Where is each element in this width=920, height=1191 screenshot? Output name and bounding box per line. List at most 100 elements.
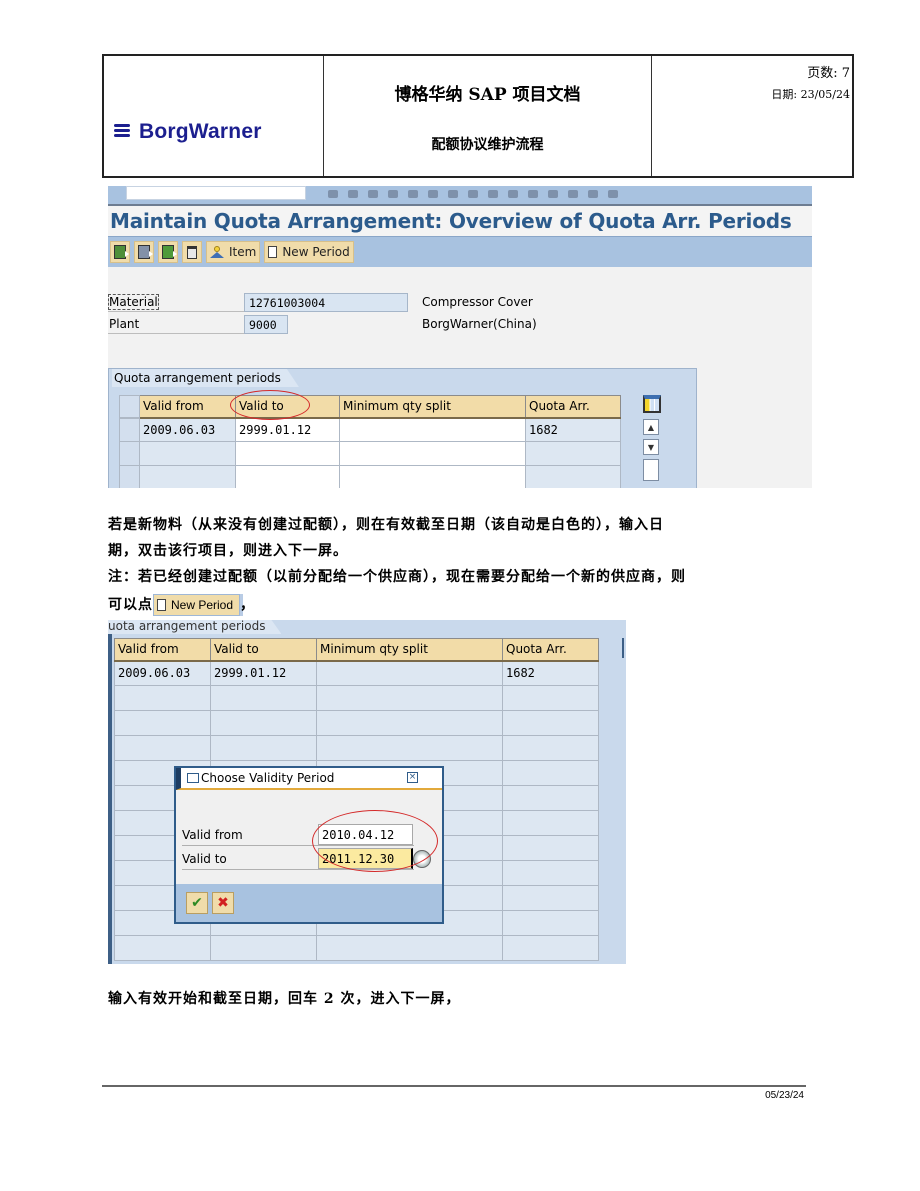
shortcut-icon[interactable] [568,190,578,198]
cell-min-qty-split[interactable] [316,685,503,711]
cell-valid-to[interactable] [235,441,340,466]
scroll-down-button[interactable]: ▼ [643,439,659,455]
note-paragraph-line-1: 注：若已经创建过配额（以前分配给一个供应商），现在需要分配给一个新的供应商，则 [108,569,686,585]
cell-valid-to[interactable] [210,935,317,961]
column-header-quota-arr[interactable]: Quota Arr. [525,395,621,419]
cell-quota-arr[interactable] [502,885,599,911]
cell-min-qty-split[interactable] [316,660,503,686]
delete-button[interactable] [182,241,202,263]
cell-quota-arr[interactable] [502,685,599,711]
table-row[interactable] [119,441,621,466]
command-field[interactable] [126,186,306,200]
select-block-button[interactable] [158,241,178,263]
cell-min-qty-split[interactable] [339,417,526,442]
cancel-icon[interactable] [388,190,398,198]
deselect-all-button[interactable] [134,241,154,263]
cell-quota-arr[interactable] [502,910,599,936]
cell-quota-arr[interactable] [502,810,599,836]
column-configuration-icon[interactable] [643,395,661,413]
quota-periods-table-control: Quota arrangement periods Valid from Val… [108,368,697,488]
cell-valid-to[interactable]: 2999.01.12 [210,660,317,686]
cell-valid-to[interactable]: 2999.01.12 [235,417,340,442]
cancel-button[interactable]: ✖ [212,892,234,914]
footer-date: 05/23/24 [765,1090,804,1101]
row-selector[interactable] [119,417,140,442]
cell-quota-arr[interactable]: 1682 [502,660,599,686]
item-button[interactable]: Item [206,241,261,263]
column-header-valid-from[interactable]: Valid from [114,638,211,662]
table-row[interactable]: 2009.06.03 2999.01.12 1682 [114,660,599,686]
cell-quota-arr[interactable] [502,710,599,736]
cell-valid-from[interactable] [139,441,236,466]
column-header-valid-from[interactable]: Valid from [139,395,236,419]
material-field[interactable]: 12761003004 [244,292,408,312]
cell-min-qty-split[interactable] [316,735,503,761]
cell-min-qty-split[interactable] [339,465,526,488]
scroll-thumb[interactable] [643,459,659,481]
table-row[interactable] [114,735,599,761]
cell-quota-arr[interactable] [502,835,599,861]
last-page-icon[interactable] [528,190,538,198]
row-selector-header[interactable] [119,395,140,419]
plant-field[interactable]: 9000 [244,314,288,334]
cell-valid-from[interactable] [114,935,211,961]
confirm-button[interactable]: ✔ [186,892,208,914]
row-selector[interactable] [119,465,140,488]
cell-valid-from[interactable] [114,710,211,736]
find-next-icon[interactable] [448,190,458,198]
close-icon[interactable]: × [407,772,418,783]
cell-valid-to[interactable] [210,710,317,736]
column-header-min-qty-split[interactable]: Minimum qty split [339,395,526,419]
cell-valid-to[interactable] [210,685,317,711]
cell-valid-from[interactable] [114,685,211,711]
cell-quota-arr[interactable]: 1682 [525,417,621,442]
column-header-valid-to[interactable]: Valid to [210,638,317,662]
document-date: 日期: 23/05/24 [771,88,850,101]
table-header-row: Valid from Valid to Minimum qty split Qu… [119,395,621,419]
cell-min-qty-split[interactable] [339,441,526,466]
cell-min-qty-split[interactable] [316,935,503,961]
table-row[interactable] [114,685,599,711]
first-page-icon[interactable] [468,190,478,198]
next-page-icon[interactable] [508,190,518,198]
row-selector[interactable] [119,441,140,466]
document-title: 博格华纳 SAP 项目文档 [394,85,581,105]
table-row[interactable] [114,935,599,961]
document-header: BorgWarner 博格华纳 SAP 项目文档 配额协议维护流程 页数: 7 … [102,54,854,178]
prev-page-icon[interactable] [488,190,498,198]
save-icon[interactable] [328,190,338,198]
cell-valid-from[interactable]: 2009.06.03 [114,660,211,686]
back-icon[interactable] [348,190,358,198]
find-icon[interactable] [428,190,438,198]
cell-quota-arr[interactable] [502,735,599,761]
cell-quota-arr[interactable] [525,465,621,488]
cell-valid-from[interactable]: 2009.06.03 [139,417,236,442]
print-icon[interactable] [408,190,418,198]
table-row[interactable]: 2009.06.03 2999.01.12 1682 [119,417,621,442]
cell-valid-to[interactable] [210,735,317,761]
cell-valid-from[interactable] [139,465,236,488]
cell-quota-arr[interactable] [502,935,599,961]
cell-valid-from[interactable] [114,735,211,761]
cell-valid-to[interactable] [235,465,340,488]
new-document-icon [157,599,166,611]
plant-row: Plant 9000 [108,314,288,334]
column-header-min-qty-split[interactable]: Minimum qty split [316,638,503,662]
cell-quota-arr[interactable] [502,860,599,886]
instruction-paragraph-3: 输入有效开始和截至日期，回车 2 次，进入下一屏， [108,991,461,1007]
cell-quota-arr[interactable] [525,441,621,466]
new-session-icon[interactable] [548,190,558,198]
layout-icon[interactable] [608,190,618,198]
new-period-button[interactable]: New Period [264,241,354,263]
cell-quota-arr[interactable] [502,785,599,811]
exit-icon[interactable] [368,190,378,198]
column-header-quota-arr[interactable]: Quota Arr. [502,638,599,662]
help-icon[interactable] [588,190,598,198]
table-row[interactable] [114,710,599,736]
table-row[interactable] [119,465,621,488]
scroll-up-button[interactable]: ▲ [643,419,659,435]
table-scrollbar[interactable]: ▲ ▼ [643,395,661,485]
cell-min-qty-split[interactable] [316,710,503,736]
cell-quota-arr[interactable] [502,760,599,786]
select-all-button[interactable] [110,241,130,263]
